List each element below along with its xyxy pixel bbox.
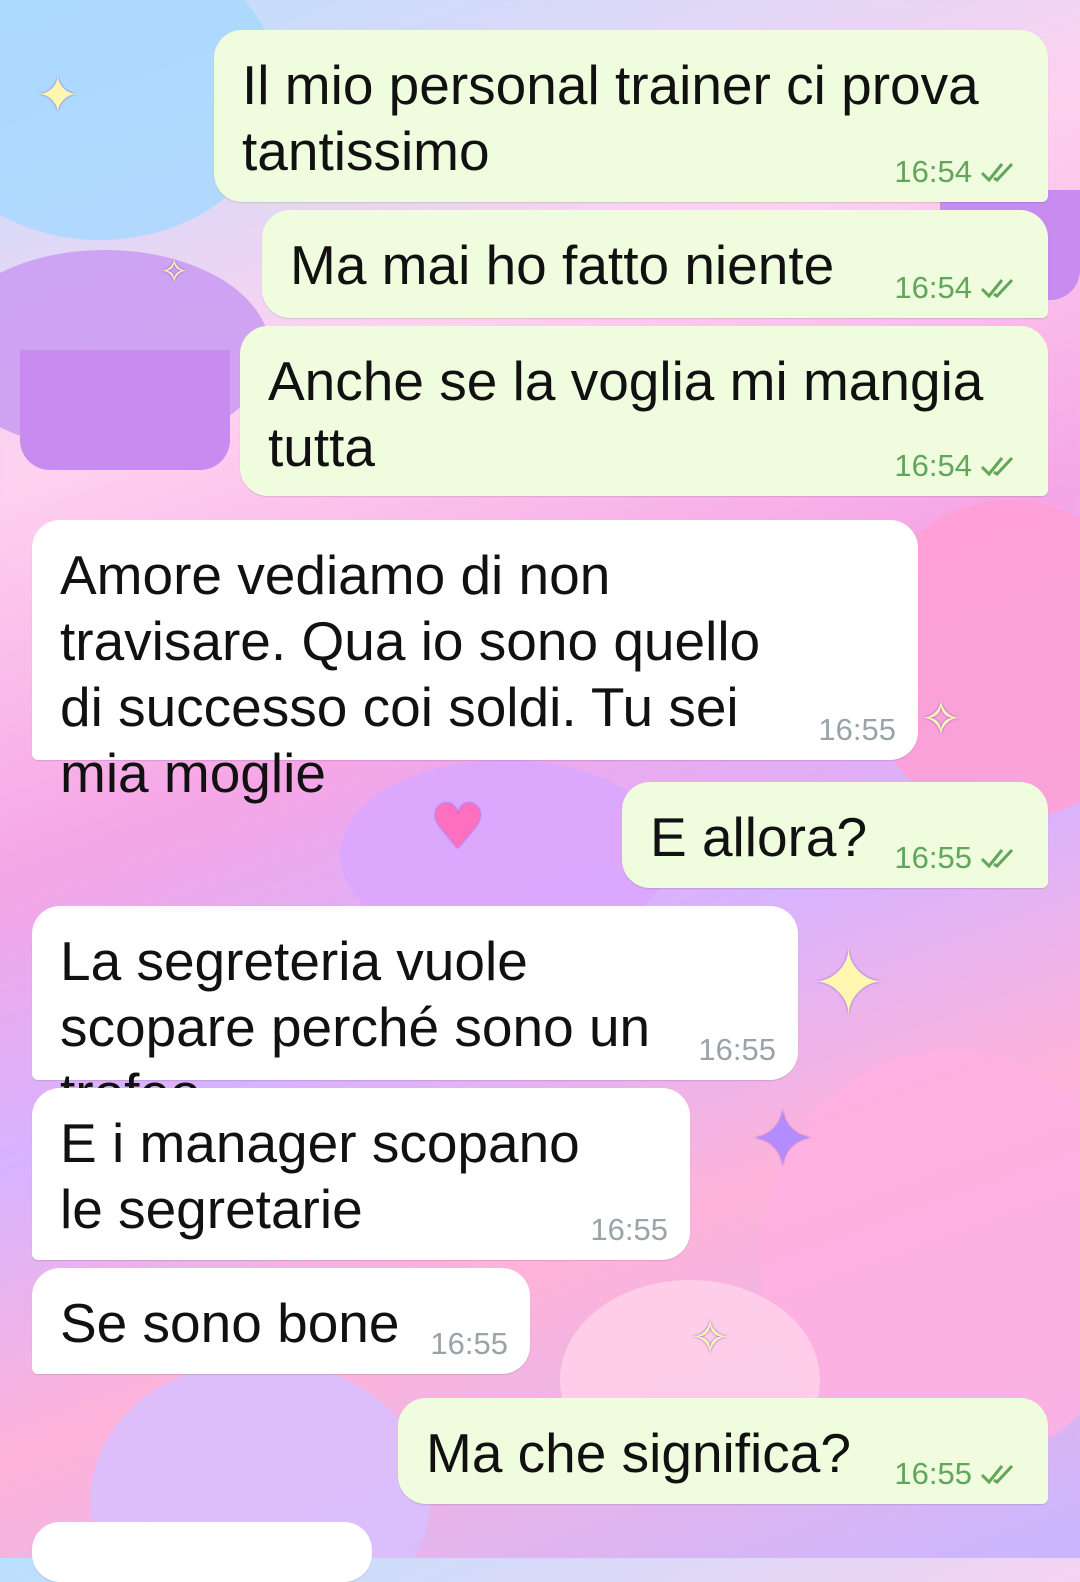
message-bubble-outgoing[interactable]: Ma mai ho fatto niente 16:54 — [262, 210, 1048, 318]
message-time: 16:55 — [894, 1456, 972, 1491]
message-time: 16:55 — [818, 712, 896, 747]
message-meta: 16:54 — [894, 154, 1026, 190]
read-double-check-icon — [980, 456, 1014, 477]
message-text: E i manager scopano le segretarie — [60, 1112, 580, 1240]
message-meta: 16:54 — [894, 270, 1026, 306]
message-bubble-outgoing[interactable]: Il mio personal trainer ci prova tantiss… — [214, 30, 1048, 202]
message-time: 16:54 — [894, 448, 972, 483]
message-time: 16:55 — [430, 1326, 508, 1361]
read-double-check-icon — [980, 1464, 1014, 1485]
message-meta: 16:55 — [590, 1212, 668, 1248]
message-list: Il mio personal trainer ci prova tantiss… — [0, 0, 1080, 1582]
message-meta: 16:55 — [894, 1456, 1026, 1492]
message-bubble-incoming-partial[interactable] — [32, 1522, 372, 1582]
message-meta: 16:55 — [698, 1032, 776, 1068]
read-double-check-icon — [980, 162, 1014, 183]
message-text: Se sono bone — [60, 1292, 400, 1354]
message-text: Amore vediamo di non travisare. Qua io s… — [60, 544, 761, 804]
message-bubble-incoming[interactable]: Amore vediamo di non travisare. Qua io s… — [32, 520, 918, 804]
message-time: 16:54 — [894, 270, 972, 305]
message-bubble-incoming[interactable]: E i manager scopano le segretarie 16:55 — [32, 1088, 690, 1260]
read-double-check-icon — [980, 278, 1014, 299]
message-time: 16:55 — [590, 1212, 668, 1247]
message-bubble-outgoing[interactable]: E allora? 16:55 — [622, 782, 1048, 888]
message-time: 16:54 — [894, 154, 972, 189]
message-meta: 16:55 — [818, 712, 896, 748]
message-bubble-incoming[interactable]: La segreteria vuole scopare perché sono … — [32, 906, 798, 1124]
message-time: 16:55 — [698, 1032, 776, 1067]
message-bubble-outgoing[interactable]: Ma che significa? 16:55 — [398, 1398, 1048, 1504]
message-meta: 16:54 — [894, 448, 1026, 484]
message-meta: 16:55 — [430, 1326, 508, 1362]
message-meta: 16:55 — [894, 840, 1026, 876]
message-bubble-incoming[interactable]: Se sono bone 16:55 — [32, 1268, 530, 1374]
message-bubble-outgoing[interactable]: Anche se la voglia mi mangia tutta 16:54 — [240, 326, 1048, 496]
read-double-check-icon — [980, 848, 1014, 869]
message-time: 16:55 — [894, 840, 972, 875]
